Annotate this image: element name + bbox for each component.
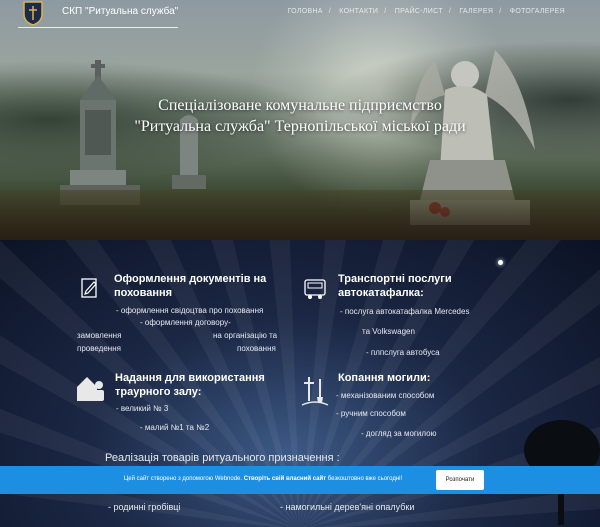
house-people-icon (77, 377, 104, 401)
nav-separator: / (384, 8, 387, 15)
service-hall-item: - малий №1 та №2 (140, 423, 210, 432)
service-transport-item: - плпслуга автобуса (366, 348, 440, 357)
document-pen-icon (81, 278, 97, 298)
nav-separator: / (448, 8, 452, 15)
service-transport-title-line2: автокатафалка: (338, 287, 424, 299)
service-documents-title: Оформлення документів на поховання (114, 272, 266, 300)
banner-text-link[interactable]: Створіть свій власний сайт (244, 476, 326, 482)
hero-title: Спеціалізоване комунальне підприємство "… (0, 95, 600, 137)
banner-text-end: безкоштовно вже сьогодні! (327, 476, 403, 482)
service-hall-item: - великий № 3 (116, 404, 169, 413)
service-grave-title: Копання могили: (338, 372, 431, 384)
bus-icon (304, 279, 326, 299)
service-documents-item: - оформлення свідоцтва про поховання (116, 306, 264, 315)
nav-item-home[interactable]: ГОЛОВНА (287, 8, 322, 15)
sale-item: - намогильні дерев'яні опалубки (280, 502, 415, 512)
hero-ground (0, 190, 600, 240)
service-transport-title: Транспортні послуги автокатафалка: (338, 272, 452, 300)
service-transport-item: та Volkswagen (362, 327, 415, 336)
nav-separator: / (499, 8, 502, 15)
banner-text-normal: Цей сайт створено з допомогою Webnode. (123, 476, 243, 482)
hero-title-line2: "Ритуальна служба" Тернопільської місько… (134, 118, 466, 135)
service-documents-item: поховання (237, 344, 276, 353)
service-grave-item: - механізованим способом (336, 391, 435, 400)
main-nav: ГОЛОВНА / КОНТАКТИ / ПРАЙС-ЛИСТ / ГАЛЕРЕЯ / … (284, 8, 568, 15)
nav-item-price-list[interactable]: ПРАЙС-ЛИСТ (395, 8, 443, 15)
service-grave-item: - ручним способом (336, 409, 406, 418)
coat-of-arms-icon (23, 1, 43, 26)
shovel-cross-icon (301, 377, 329, 406)
service-documents-title-line1: Оформлення документів на (114, 273, 267, 285)
service-documents-item: на організацію та (213, 331, 278, 340)
service-hall-title-line1: Надання для використання (115, 372, 265, 384)
nav-item-photo-gallery[interactable]: ФОТОГАЛЕРЕЯ (510, 8, 565, 15)
hero-banner: СКП "Ритуальна служба" ГОЛОВНА / КОНТАКТИ… (0, 0, 600, 240)
service-documents-item: - оформлення договору- (140, 318, 231, 327)
service-grave-item: - догляд за могилою (361, 429, 437, 438)
service-documents-item: замовлення (77, 331, 122, 340)
service-hall-title-line2: траурного залу: (115, 386, 202, 398)
hero-title-line1: Спеціалізоване комунальне підприємство (158, 97, 442, 114)
service-documents-title-line2: поховання (114, 287, 173, 299)
service-transport-item: - послуга автокатафалка Mercedes (340, 307, 470, 316)
service-transport-title-line1: Транспортні послуги (338, 273, 452, 285)
logo[interactable]: СКП "Ритуальна служба" (18, 0, 178, 28)
nav-item-gallery[interactable]: ГАЛЕРЕЯ (459, 8, 493, 15)
sale-item: - родинні гробівці (108, 502, 181, 512)
nav-separator: / (328, 8, 332, 15)
logo-text: СКП "Ритуальна служба" (62, 6, 179, 17)
webnode-promo-banner: Цей сайт створено з допомогою Webnode. С… (0, 466, 600, 494)
nav-item-contacts[interactable]: КОНТАКТИ (339, 8, 378, 15)
start-button[interactable]: Розпочати (436, 470, 484, 490)
sale-title: Реалізація товарів ритуального призначен… (105, 452, 340, 464)
star-glow (498, 260, 503, 265)
service-documents-item: проведення (77, 344, 121, 353)
service-hall-title: Надання для використання траурного залу: (115, 371, 265, 399)
